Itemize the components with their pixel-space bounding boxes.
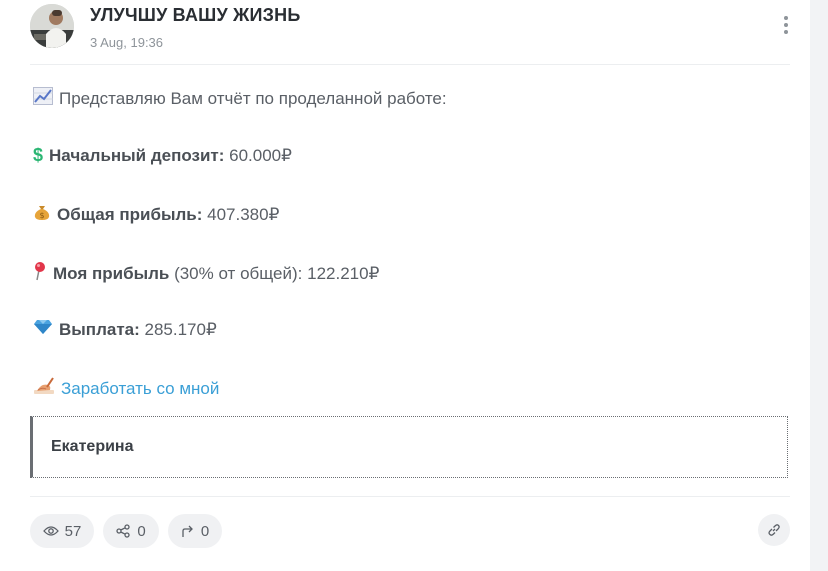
link-icon bbox=[768, 524, 780, 536]
more-vertical-icon[interactable] bbox=[778, 14, 794, 38]
my-profit-label: Моя прибыль bbox=[53, 263, 170, 283]
gem-stone-icon bbox=[33, 319, 53, 340]
deposit-value: 60.000₽ bbox=[224, 145, 292, 165]
eye-icon bbox=[42, 526, 59, 536]
earn-with-me-link[interactable]: Заработать со мной bbox=[33, 377, 219, 400]
total-profit-line: $ Общая прибыль: 407.380₽ bbox=[33, 203, 279, 226]
page-scroll-strip bbox=[810, 0, 828, 571]
round-pushpin-icon bbox=[33, 261, 47, 286]
total-profit-label: Общая прибыль: bbox=[57, 204, 203, 224]
total-profit-value: 407.380₽ bbox=[202, 204, 280, 224]
avatar-photo-icon bbox=[30, 4, 74, 48]
money-bag-icon: $ bbox=[33, 203, 51, 226]
payout-label: Выплата: bbox=[59, 319, 140, 339]
channel-post: УЛУЧШУ ВАШУ ЖИЗНЬ 3 Aug, 19:36 Представл… bbox=[0, 0, 808, 571]
shares-count: 0 bbox=[137, 522, 146, 540]
forwards-count: 0 bbox=[200, 522, 210, 540]
post-date[interactable]: 3 Aug, 19:36 bbox=[90, 35, 163, 50]
intro-line: Представляю Вам отчёт по проделанной раб… bbox=[33, 87, 447, 110]
forwards-button[interactable]: 0 bbox=[168, 514, 222, 548]
post-header: УЛУЧШУ ВАШУ ЖИЗНЬ 3 Aug, 19:36 bbox=[30, 0, 790, 64]
my-profit-note: (30% от общей): bbox=[169, 263, 303, 283]
channel-name[interactable]: УЛУЧШУ ВАШУ ЖИЗНЬ bbox=[90, 5, 300, 26]
post-footer: 57 0 0 bbox=[30, 514, 790, 548]
footer-divider bbox=[30, 496, 790, 497]
intro-text: Представляю Вам отчёт по проделанной раб… bbox=[59, 88, 447, 108]
copy-link-button[interactable] bbox=[758, 514, 790, 546]
deposit-label: Начальный депозит: bbox=[49, 145, 225, 165]
payout-line: Выплата: 285.170₽ bbox=[33, 319, 217, 340]
header-divider bbox=[30, 64, 790, 65]
svg-text:$: $ bbox=[39, 211, 44, 220]
views-button[interactable]: 57 bbox=[30, 514, 94, 548]
payout-value: 285.170₽ bbox=[139, 319, 217, 339]
shares-button[interactable]: 0 bbox=[103, 514, 159, 548]
chart-increasing-icon bbox=[33, 87, 53, 110]
forward-icon bbox=[182, 525, 193, 537]
writing-hand-icon bbox=[33, 377, 55, 400]
deposit-line: $ Начальный депозит: 60.000₽ bbox=[33, 145, 292, 166]
quote-block: Екатерина bbox=[30, 416, 788, 478]
my-profit-value: 122.210₽ bbox=[302, 263, 380, 283]
share-icon bbox=[116, 524, 130, 538]
earn-with-me-text[interactable]: Заработать со мной bbox=[61, 379, 219, 399]
channel-avatar[interactable] bbox=[30, 4, 74, 48]
quote-author: Екатерина bbox=[51, 438, 134, 455]
dollar-sign-icon: $ bbox=[33, 145, 44, 165]
views-count: 57 bbox=[64, 522, 82, 540]
my-profit-line: Моя прибыль (30% от общей): 122.210₽ bbox=[33, 261, 379, 286]
